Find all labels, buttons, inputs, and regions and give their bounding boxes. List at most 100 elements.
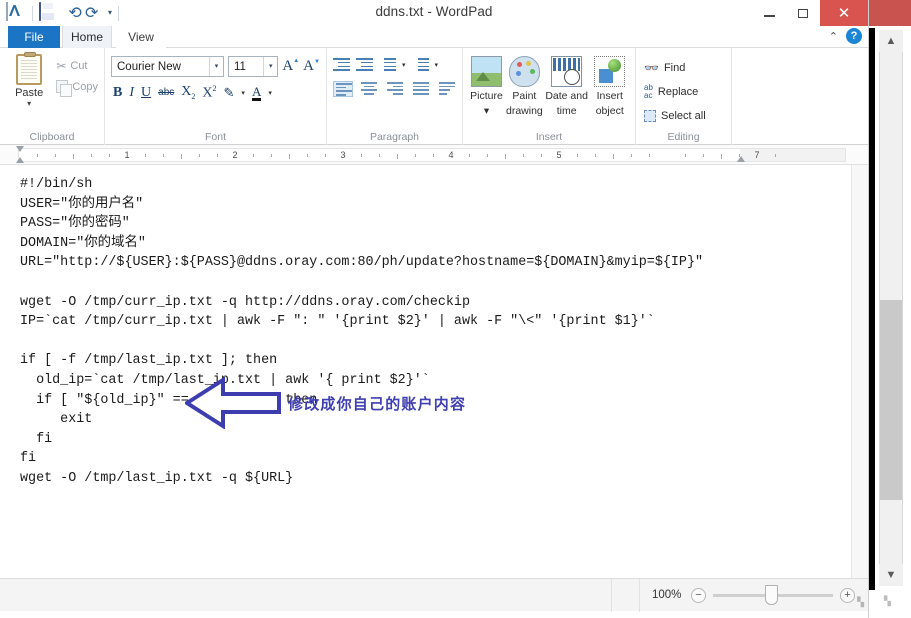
insert-date-time-button[interactable]: Date and time	[545, 54, 589, 117]
font-family-combobox[interactable]: Courier New ▾	[111, 56, 224, 77]
scroll-up-arrow-icon[interactable]: ▲	[879, 30, 903, 52]
left-arrow-annotation	[183, 376, 281, 430]
close-button[interactable]: ✕	[820, 0, 868, 26]
left-indent-top-marker[interactable]	[16, 146, 24, 153]
align-left-icon[interactable]	[333, 81, 353, 97]
bullet-list-icon[interactable]	[379, 58, 396, 72]
insert-object-button[interactable]: Insert object	[591, 54, 629, 117]
cut-label: Cut	[70, 59, 88, 72]
font-size-chevron-down-icon[interactable]: ▾	[263, 57, 277, 76]
picture-icon	[470, 56, 502, 87]
font-size-value: 11	[234, 60, 246, 73]
increase-indent-icon[interactable]	[356, 58, 373, 72]
underline-button[interactable]: U	[141, 85, 151, 101]
zoom-controls: 100% − +	[640, 584, 855, 605]
bullet-list-caret-icon[interactable]: ▾	[402, 61, 406, 69]
ribbon: Paste ▾ ✂ Cut Copy Clipboard Courier New…	[0, 48, 868, 145]
ruler[interactable]: 1 2 3 4 5 7	[0, 145, 868, 165]
minimize-button[interactable]	[752, 0, 786, 26]
line-spacing-icon[interactable]	[412, 58, 429, 72]
scroll-down-arrow-icon[interactable]: ▼	[879, 564, 903, 586]
zoom-level-label: 100%	[652, 589, 682, 601]
document-scrollbar[interactable]	[851, 165, 868, 578]
ruler-mark-5: 5	[556, 150, 562, 160]
status-bar: 100% − + ▚	[0, 578, 868, 612]
italic-button[interactable]: I	[129, 85, 134, 101]
insert-paint-drawing-button[interactable]: Paint drawing	[506, 54, 543, 117]
shrink-font-icon[interactable]: A	[303, 58, 320, 75]
right-indent-marker[interactable]	[737, 156, 745, 162]
highlight-caret-icon[interactable]: ▾	[241, 89, 245, 97]
copy-button[interactable]: Copy	[56, 76, 98, 97]
status-left-region	[0, 578, 612, 612]
paint-drawing-icon	[508, 56, 540, 87]
date-time-label-line1: Date and	[545, 90, 588, 102]
replace-button[interactable]: ab ac Replace	[642, 80, 725, 104]
superscript-button[interactable]: X2	[202, 84, 216, 102]
zoom-slider-track[interactable]	[713, 584, 833, 605]
insert-picture-button[interactable]: Picture ▾	[469, 54, 504, 117]
font-group-label: Font	[204, 131, 226, 143]
zoom-in-button[interactable]: +	[840, 587, 855, 603]
font-family-value: Courier New	[117, 60, 181, 73]
window-edge-shadow	[869, 28, 875, 590]
superscript-digit: 2	[212, 84, 217, 93]
strikethrough-button[interactable]: abc	[158, 87, 174, 98]
subscript-digit: 2	[191, 92, 196, 102]
find-button[interactable]: 👓 Find	[642, 56, 725, 80]
paint-label-line1: Paint	[512, 90, 537, 102]
paragraph-group-label: Paragraph	[369, 131, 420, 143]
resize-corner-icon[interactable]: ▚	[884, 596, 898, 610]
chevron-up-icon[interactable]: ⌃	[829, 30, 838, 43]
select-all-label: Select all	[661, 110, 706, 122]
tab-home[interactable]: Home	[62, 26, 112, 48]
paste-caret-icon[interactable]: ▾	[6, 99, 52, 108]
picture-caret-icon[interactable]: ▾	[469, 105, 504, 117]
status-resize-grip-icon[interactable]: ▚	[857, 597, 864, 608]
align-justify-icon[interactable]	[411, 81, 431, 97]
decrease-indent-icon[interactable]	[333, 58, 350, 72]
left-indent-bottom-marker[interactable]	[16, 156, 24, 163]
font-size-combobox[interactable]: 11 ▾	[228, 56, 279, 77]
tab-file[interactable]: File	[8, 26, 60, 48]
grow-font-icon[interactable]: A	[282, 58, 299, 75]
paste-button[interactable]: Paste ▾	[6, 52, 52, 108]
line-spacing-caret-icon[interactable]: ▾	[435, 61, 439, 69]
document-canvas[interactable]: #!/bin/sh USER="你的用户名" PASS="你的密码" DOMAI…	[0, 165, 868, 578]
document-text[interactable]: #!/bin/sh USER="你的用户名" PASS="你的密码" DOMAI…	[20, 175, 703, 489]
copy-label: Copy	[72, 80, 98, 93]
ribbon-tab-row: File Home View ⌃ ?	[0, 26, 868, 48]
ruler-mark-1: 1	[124, 150, 130, 160]
ruler-strip[interactable]: 1 2 3 4 5 7	[18, 148, 846, 162]
object-label-line2: object	[595, 105, 624, 117]
replace-icon: ab ac	[644, 83, 653, 100]
paint-label-line2: drawing	[505, 105, 543, 117]
tab-view[interactable]: View	[116, 26, 166, 48]
subscript-button[interactable]: X2	[181, 84, 195, 101]
status-mid-region	[612, 578, 640, 612]
window-title: ddns.txt - WordPad	[375, 4, 493, 19]
text-color-icon[interactable]: A	[251, 85, 262, 101]
text-color-caret-icon[interactable]: ▾	[268, 89, 272, 97]
select-all-button[interactable]: Select all	[642, 104, 725, 128]
align-center-icon[interactable]	[359, 81, 379, 97]
superscript-x: X	[202, 85, 213, 101]
window-controls: ✕	[752, 0, 868, 26]
help-icon[interactable]: ?	[846, 28, 862, 44]
maximize-button[interactable]	[786, 0, 820, 26]
paragraph-settings-icon[interactable]	[437, 81, 457, 97]
zoom-out-button[interactable]: −	[691, 587, 706, 603]
bold-button[interactable]: B	[113, 85, 122, 101]
page-scrollbar-thumb[interactable]	[880, 300, 902, 500]
date-time-icon	[551, 56, 583, 87]
screenshot-root: ▲ ▼ ▚ ⟳ ⟳ ▾ ddns.txt - WordPad ✕ File Ho…	[0, 0, 911, 618]
cut-button[interactable]: ✂ Cut	[56, 55, 98, 76]
paste-label: Paste	[15, 87, 44, 99]
highlight-pen-icon[interactable]: ✎	[224, 85, 235, 101]
zoom-slider-thumb[interactable]	[765, 584, 778, 605]
font-family-chevron-down-icon[interactable]: ▾	[209, 57, 223, 76]
align-right-icon[interactable]	[385, 81, 405, 97]
copy-icon	[56, 80, 73, 97]
clipboard-icon	[16, 52, 43, 85]
editing-group-label: Editing	[667, 131, 700, 143]
